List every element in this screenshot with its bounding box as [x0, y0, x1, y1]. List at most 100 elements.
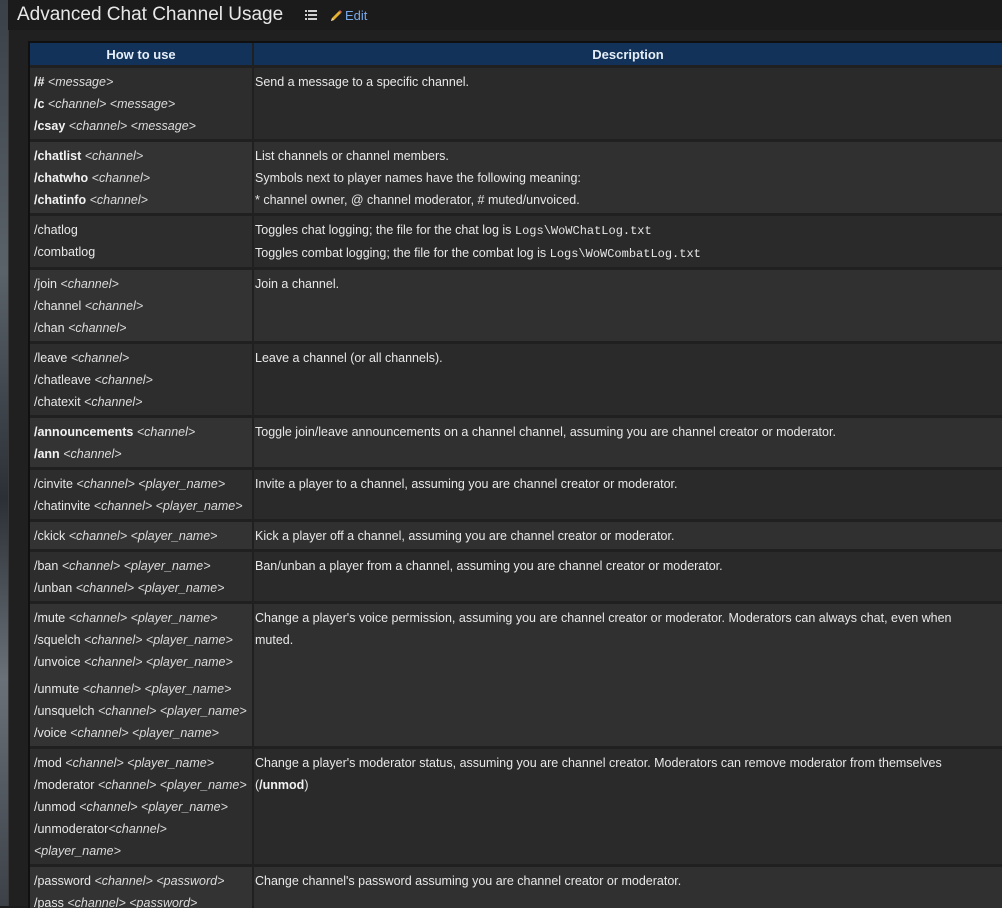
column-header-description: Description	[254, 43, 1002, 65]
description-text: Invite a player to a channel, assuming y…	[255, 477, 678, 491]
description-line: * channel owner, @ channel moderator, # …	[255, 189, 1000, 211]
argument-text: <player_name>	[130, 529, 218, 543]
command-text: /c	[34, 97, 45, 111]
command-line: /chatexit <channel>	[34, 391, 250, 413]
argument-text: <channel>	[91, 171, 151, 185]
command-text: /unmod	[34, 800, 80, 814]
argument-text: <message>	[130, 119, 196, 133]
command-text: /moderator	[34, 778, 98, 792]
argument-text: <player_name>	[155, 499, 243, 513]
command-text: /chatwho	[34, 171, 89, 185]
argument-text: <channel>	[82, 682, 142, 696]
command-line: /unvoice <channel> <player_name>	[34, 651, 250, 673]
command-text: /ann	[34, 447, 60, 461]
table-row: /join <channel>/channel <channel>/chan <…	[30, 270, 1002, 341]
command-text: /chatinfo	[34, 193, 87, 207]
argument-text: <player_name>	[137, 581, 225, 595]
table-row: /# <message>/c <channel> <message>/csay …	[30, 68, 1002, 139]
command-text: /unmoderator	[34, 822, 109, 836]
description-text: Kick a player off a channel, assuming yo…	[255, 529, 675, 543]
command-line: /chan <channel>	[34, 317, 250, 339]
description-cell: List channels or channel members. Symbols…	[254, 142, 1002, 213]
table-row: /leave <channel>/chatleave <channel>/cha…	[30, 344, 1002, 415]
command-text: /password	[34, 874, 95, 888]
description-cell: Change a player's voice permission, assu…	[254, 604, 1002, 746]
command-text: /chatlist	[34, 149, 82, 163]
description-cell: Change a player's moderator status, assu…	[254, 749, 1002, 864]
command-line: <player_name>	[34, 840, 250, 862]
command-text: /ckick	[34, 529, 69, 543]
description-text: * channel owner, @ channel moderator, # …	[255, 193, 580, 207]
description-line: Change a player's voice permission, assu…	[255, 607, 1000, 629]
description-text: Change a player's moderator status, assu…	[255, 756, 942, 770]
command-cell: /join <channel>/channel <channel>/chan <…	[30, 270, 252, 341]
edit-link[interactable]: Edit	[329, 8, 367, 23]
command-line: /moderator <channel> <player_name>	[34, 774, 250, 796]
argument-text: <channel>	[60, 277, 119, 291]
command-text: /mute	[34, 611, 69, 625]
command-text: /combatlog	[34, 245, 96, 259]
description-line: Change channel's password assuming you a…	[255, 870, 1000, 892]
command-line: /join <channel>	[34, 273, 250, 295]
argument-text: <channel>	[94, 373, 153, 387]
command-cell: /cinvite <channel> <player_name>/chatinv…	[30, 470, 252, 519]
description-line: Ban/unban a player from a channel, assum…	[255, 555, 1000, 577]
command-line: /leave <channel>	[34, 347, 250, 369]
command-line: /ban <channel> <player_name>	[34, 555, 250, 577]
description-line: Toggles combat logging; the file for the…	[255, 242, 1000, 265]
description-text: Toggles chat logging; the file for the c…	[255, 223, 515, 237]
description-line: Kick a player off a channel, assuming yo…	[255, 525, 1000, 547]
command-text: /chan	[34, 321, 69, 335]
argument-text: <channel>	[84, 655, 143, 669]
description-cell: Ban/unban a player from a channel, assum…	[254, 552, 1002, 601]
argument-text: <player_name>	[159, 704, 247, 718]
table-row: /cinvite <channel> <player_name>/chatinv…	[30, 470, 1002, 519]
argument-text: <channel>	[68, 321, 127, 335]
command-text: /unvoice	[34, 655, 85, 669]
command-line: /channel <channel>	[34, 295, 250, 317]
argument-text: <channel>	[84, 633, 143, 647]
command-line: /chatinfo <channel>	[34, 189, 250, 211]
command-line: /unban <channel> <player_name>	[34, 577, 250, 599]
command-line: /squelch <channel> <player_name>	[34, 629, 250, 651]
argument-text: <channel>	[68, 119, 128, 133]
command-line: /# <message>	[34, 71, 250, 93]
argument-text: <player_name>	[141, 800, 228, 814]
command-cell: /ban <channel> <player_name>/unban <chan…	[30, 552, 252, 601]
command-cell: /announcements <channel>/ann <channel>	[30, 418, 252, 467]
command-text: /chatlog	[34, 223, 78, 237]
description-text: )	[304, 778, 309, 792]
command-text: /leave	[34, 351, 71, 365]
description-line: Toggle join/leave announcements on a cha…	[255, 421, 1000, 443]
command-line: /unmod <channel> <player_name>	[34, 796, 250, 818]
description-text: Symbols next to player names have the fo…	[255, 171, 581, 185]
description-text: Send a message to a specific channel.	[255, 75, 470, 89]
commands-table-container: How to use Description /# <message>/c <c…	[28, 41, 1002, 908]
command-line: /unsquelch <channel> <player_name>	[34, 700, 250, 722]
command-cell: /# <message>/c <channel> <message>/csay …	[30, 68, 252, 139]
pencil-icon	[331, 9, 342, 21]
description-cell: Kick a player off a channel, assuming yo…	[254, 522, 1002, 549]
table-row: /mod <channel> <player_name>/moderator <…	[30, 749, 1002, 864]
argument-text: <channel>	[108, 822, 167, 836]
command-line: /password <channel> <password>	[34, 870, 250, 892]
argument-text: <channel>	[68, 611, 128, 625]
table-row: /chatlog/combatlog Toggles chat logging; …	[30, 216, 1002, 267]
description-cell: Join a channel.	[254, 270, 1002, 341]
command-text: /#	[34, 75, 45, 89]
argument-text: <player_name>	[132, 726, 219, 740]
argument-text: <channel>	[70, 351, 130, 365]
description-text: Toggle join/leave announcements on a cha…	[255, 425, 836, 439]
command-line: /c <channel> <message>	[34, 93, 250, 115]
command-line: /announcements <channel>	[34, 421, 250, 443]
description-cell: Leave a channel (or all channels).	[254, 344, 1002, 415]
list-icon[interactable]	[305, 9, 317, 21]
command-text: /unmute	[34, 682, 83, 696]
command-text: /csay	[34, 119, 66, 133]
description-cell: Change channel's password assuming you a…	[254, 867, 1002, 908]
description-line: (/unmod)	[255, 774, 1000, 796]
command-text: /channel	[34, 299, 85, 313]
command-text: /chatleave	[34, 373, 95, 387]
argument-text: <channel>	[67, 896, 126, 908]
section-title: Advanced Chat Channel Usage	[17, 4, 284, 25]
